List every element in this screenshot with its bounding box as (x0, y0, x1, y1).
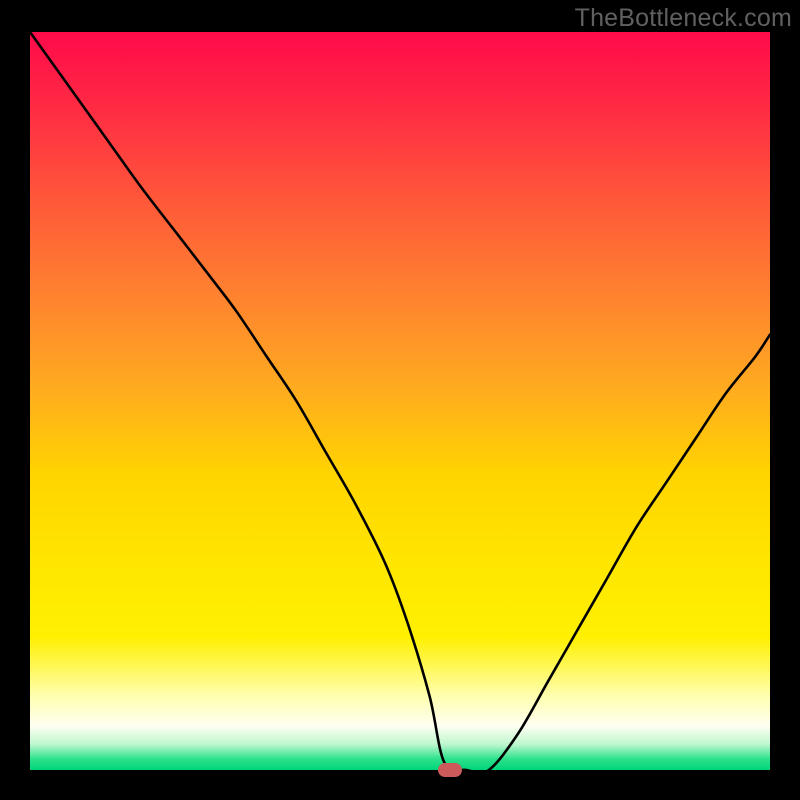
plot-area (30, 32, 770, 770)
optimum-marker (438, 763, 462, 777)
gradient-rect (30, 32, 770, 770)
chart-canvas: TheBottleneck.com (0, 0, 800, 800)
plot-svg (30, 32, 770, 770)
watermark-text: TheBottleneck.com (575, 4, 792, 33)
